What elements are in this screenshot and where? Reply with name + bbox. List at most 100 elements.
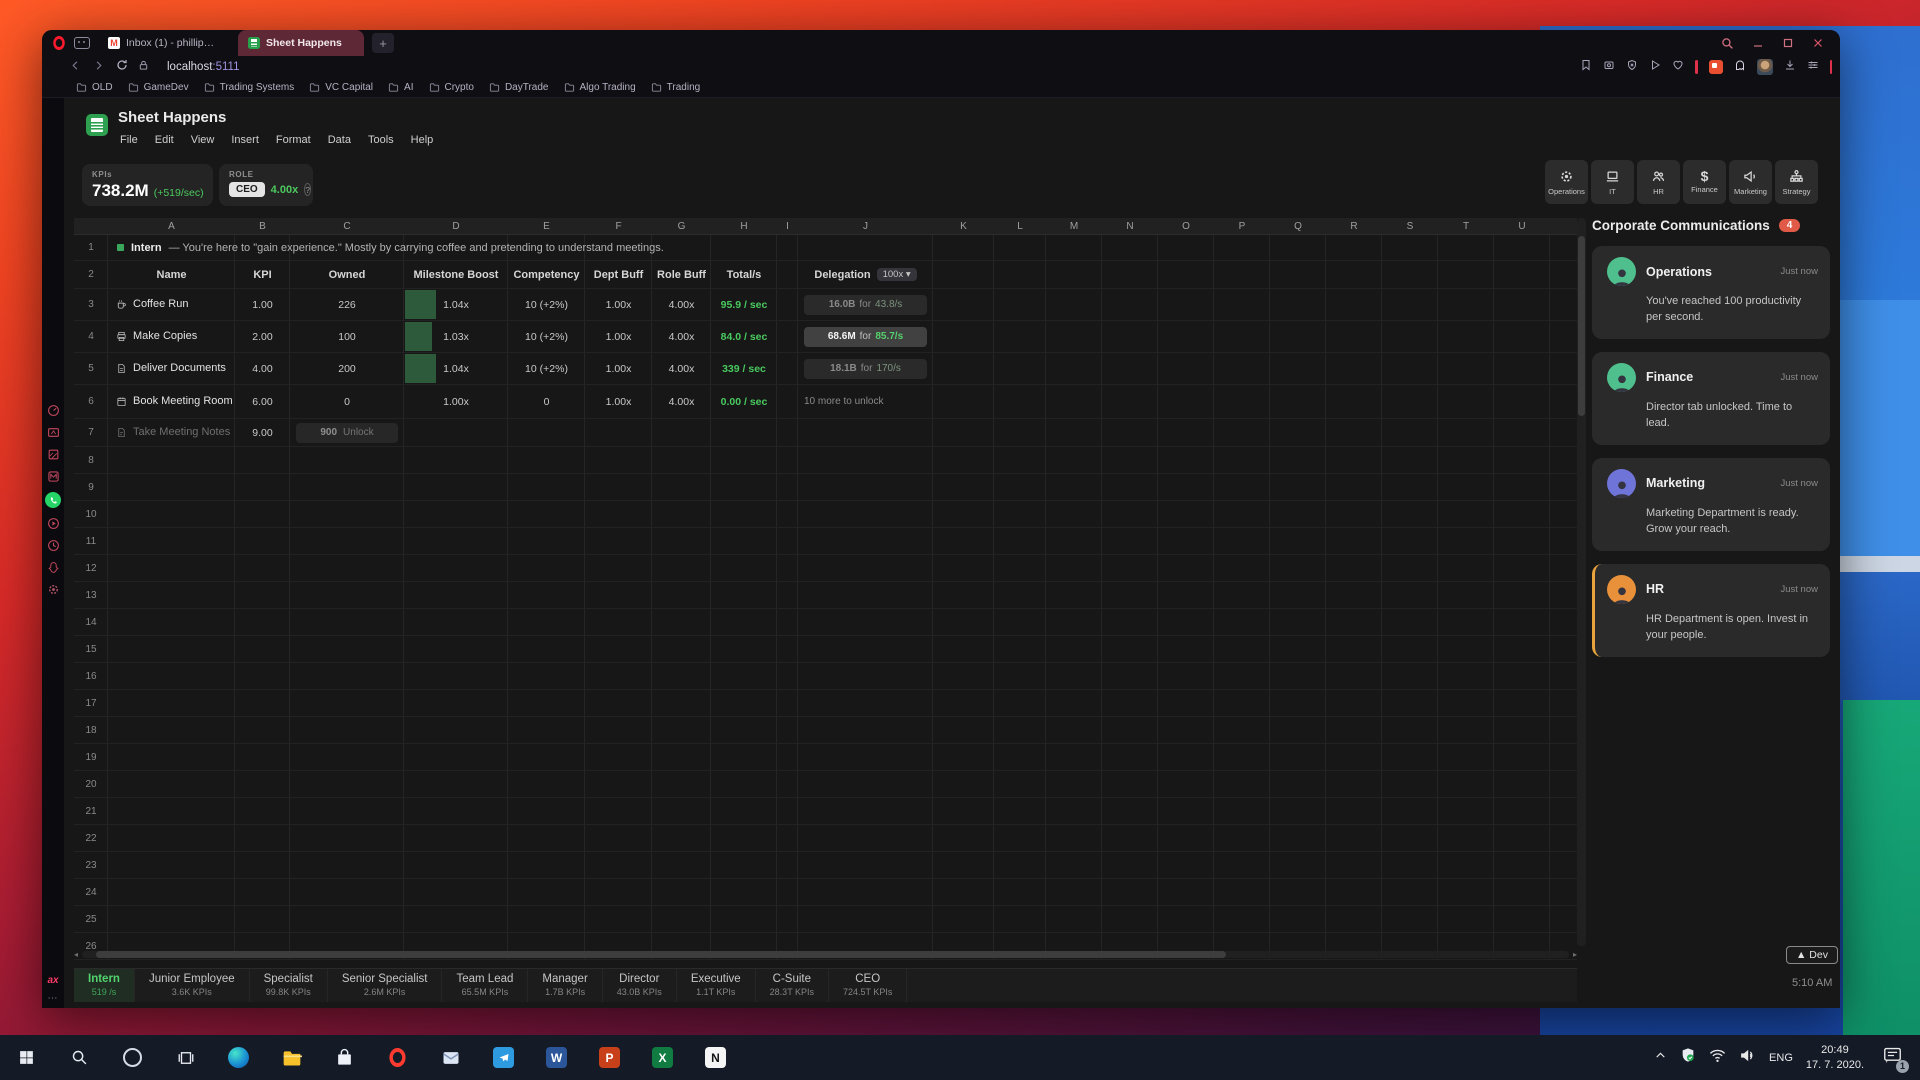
bookmark-item[interactable]: GameDev bbox=[128, 82, 189, 93]
column-header[interactable]: R bbox=[1326, 218, 1382, 234]
row-number[interactable]: 8 bbox=[74, 447, 108, 473]
store-icon[interactable] bbox=[318, 1035, 371, 1080]
column-header[interactable]: E bbox=[508, 218, 585, 234]
url-text[interactable]: localhost:5111 bbox=[167, 61, 239, 73]
row-number[interactable]: 10 bbox=[74, 501, 108, 527]
edge-icon[interactable] bbox=[212, 1035, 265, 1080]
column-header[interactable]: T bbox=[1438, 218, 1494, 234]
notification-card[interactable]: HR Just now HR Department is open. Inves… bbox=[1592, 564, 1830, 657]
delegate-buy-button[interactable]: 16.0Bfor43.8/s bbox=[804, 295, 927, 315]
column-header[interactable]: L bbox=[994, 218, 1046, 234]
tier-tab[interactable]: Junior Employee 3.6K KPIs bbox=[135, 969, 250, 1002]
unlock-button[interactable]: 900Unlock bbox=[296, 423, 398, 443]
row-number[interactable]: 22 bbox=[74, 825, 108, 851]
dev-button[interactable]: ▲ Dev bbox=[1786, 946, 1838, 964]
new-tab-button[interactable]: + bbox=[372, 33, 394, 53]
player-icon[interactable] bbox=[47, 517, 60, 530]
tier-tab[interactable]: Specialist 99.8K KPIs bbox=[250, 969, 328, 1002]
shield-off-icon[interactable] bbox=[1626, 58, 1638, 76]
column-header[interactable]: S bbox=[1382, 218, 1438, 234]
scrollbar-thumb[interactable] bbox=[96, 951, 1226, 958]
scroll-right-icon[interactable]: ▸ bbox=[1573, 950, 1577, 959]
scrollbar-thumb[interactable] bbox=[1578, 236, 1585, 416]
menu-tools[interactable]: Tools bbox=[368, 134, 394, 146]
menu-format[interactable]: Format bbox=[276, 134, 311, 146]
bookmark-item[interactable]: DayTrade bbox=[489, 82, 549, 93]
heart-icon[interactable] bbox=[1672, 58, 1684, 76]
file-explorer-icon[interactable] bbox=[265, 1035, 318, 1080]
browser-tab-gmail[interactable]: M Inbox (1) - phillip@vancolle bbox=[98, 30, 230, 56]
bookmark-item[interactable]: AI bbox=[388, 82, 413, 93]
role-chip[interactable]: CEO bbox=[229, 182, 265, 197]
maximize-icon[interactable] bbox=[1782, 37, 1794, 49]
row-number[interactable]: 16 bbox=[74, 663, 108, 689]
menu-insert[interactable]: Insert bbox=[231, 134, 259, 146]
horizontal-scrollbar[interactable]: ◂ ▸ bbox=[74, 949, 1577, 959]
notification-card[interactable]: Operations Just now You've reached 100 p… bbox=[1592, 246, 1830, 339]
row-number[interactable]: 7 bbox=[74, 419, 108, 446]
sidebar-more-icon[interactable]: ⋯ bbox=[42, 993, 64, 1004]
browser-tab-active[interactable]: Sheet Happens bbox=[238, 30, 364, 56]
menu-view[interactable]: View bbox=[191, 134, 215, 146]
search-icon[interactable] bbox=[1721, 37, 1734, 50]
media-play-icon[interactable] bbox=[1649, 58, 1661, 76]
delegate-buy-button[interactable]: 18.1Bfor170/s bbox=[804, 359, 927, 379]
task-view-icon[interactable] bbox=[159, 1035, 212, 1080]
action-center-icon[interactable]: 1 bbox=[1883, 1047, 1902, 1069]
row-number[interactable]: 3 bbox=[74, 289, 108, 320]
column-header[interactable]: K bbox=[933, 218, 994, 234]
profile-avatar[interactable] bbox=[1757, 59, 1773, 75]
marketing-button[interactable]: Marketing bbox=[1729, 160, 1772, 204]
row-number[interactable]: 14 bbox=[74, 609, 108, 635]
row-number[interactable]: 19 bbox=[74, 744, 108, 770]
column-header[interactable]: O bbox=[1158, 218, 1214, 234]
column-header[interactable]: Q bbox=[1270, 218, 1326, 234]
whiteboard-icon[interactable] bbox=[47, 426, 60, 439]
row-number[interactable]: 21 bbox=[74, 798, 108, 824]
delegate-buy-button[interactable]: 68.6Mfor85.7/s bbox=[804, 327, 927, 347]
bookmark-item[interactable]: VC Capital bbox=[309, 82, 373, 93]
messenger-icon[interactable] bbox=[47, 470, 60, 483]
column-header[interactable]: D bbox=[404, 218, 508, 234]
dashboard-icon[interactable] bbox=[47, 404, 60, 417]
bookmark-item[interactable]: Algo Trading bbox=[564, 82, 636, 93]
taskbar-search-icon[interactable] bbox=[53, 1035, 106, 1080]
defender-shield-icon[interactable] bbox=[1680, 1047, 1696, 1068]
it-button[interactable]: IT bbox=[1591, 160, 1634, 204]
tune-icon[interactable] bbox=[1807, 58, 1819, 76]
bookmark-item[interactable]: Trading bbox=[651, 82, 701, 93]
row-number[interactable]: 9 bbox=[74, 474, 108, 500]
taskbar-powerpoint-icon[interactable]: P bbox=[583, 1035, 636, 1080]
tier-tab[interactable]: Director 43.0B KPIs bbox=[603, 969, 677, 1002]
close-icon[interactable] bbox=[1812, 37, 1824, 49]
forward-icon[interactable] bbox=[93, 58, 104, 76]
row-number[interactable]: 2 bbox=[74, 261, 108, 288]
delegation-multiplier-dropdown[interactable]: 100x ▾ bbox=[877, 268, 917, 281]
bookmark-item[interactable]: OLD bbox=[76, 82, 113, 93]
wifi-icon[interactable] bbox=[1709, 1048, 1726, 1068]
taskbar-notion-icon[interactable]: N bbox=[689, 1035, 742, 1080]
pinned-site-ax[interactable]: ax bbox=[42, 975, 64, 986]
scroll-left-icon[interactable]: ◂ bbox=[74, 950, 78, 959]
reload-icon[interactable] bbox=[116, 58, 128, 76]
snapchat-icon[interactable] bbox=[47, 561, 60, 574]
notification-card[interactable]: Marketing Just now Marketing Department … bbox=[1592, 458, 1830, 551]
column-header[interactable]: H bbox=[711, 218, 777, 234]
bookmark-item[interactable]: Crypto bbox=[429, 82, 474, 93]
operations-button[interactable]: Operations bbox=[1545, 160, 1588, 204]
column-header[interactable]: I bbox=[777, 218, 798, 234]
extension-icon[interactable] bbox=[1709, 60, 1723, 74]
snapshot-icon[interactable] bbox=[1603, 58, 1615, 76]
volume-icon[interactable] bbox=[1739, 1048, 1756, 1068]
column-header[interactable]: J bbox=[798, 218, 933, 234]
column-header[interactable]: C bbox=[290, 218, 404, 234]
column-header[interactable]: P bbox=[1214, 218, 1270, 234]
vertical-scrollbar[interactable] bbox=[1577, 218, 1586, 946]
minimize-icon[interactable] bbox=[1752, 37, 1764, 49]
ghost-extension-icon[interactable] bbox=[1734, 58, 1746, 76]
lock-icon[interactable] bbox=[138, 58, 149, 76]
tier-tab[interactable]: Team Lead 65.5M KPIs bbox=[442, 969, 528, 1002]
tier-tab[interactable]: Manager 1.7B KPIs bbox=[528, 969, 602, 1002]
column-header[interactable]: F bbox=[585, 218, 652, 234]
whatsapp-icon[interactable] bbox=[45, 492, 61, 508]
